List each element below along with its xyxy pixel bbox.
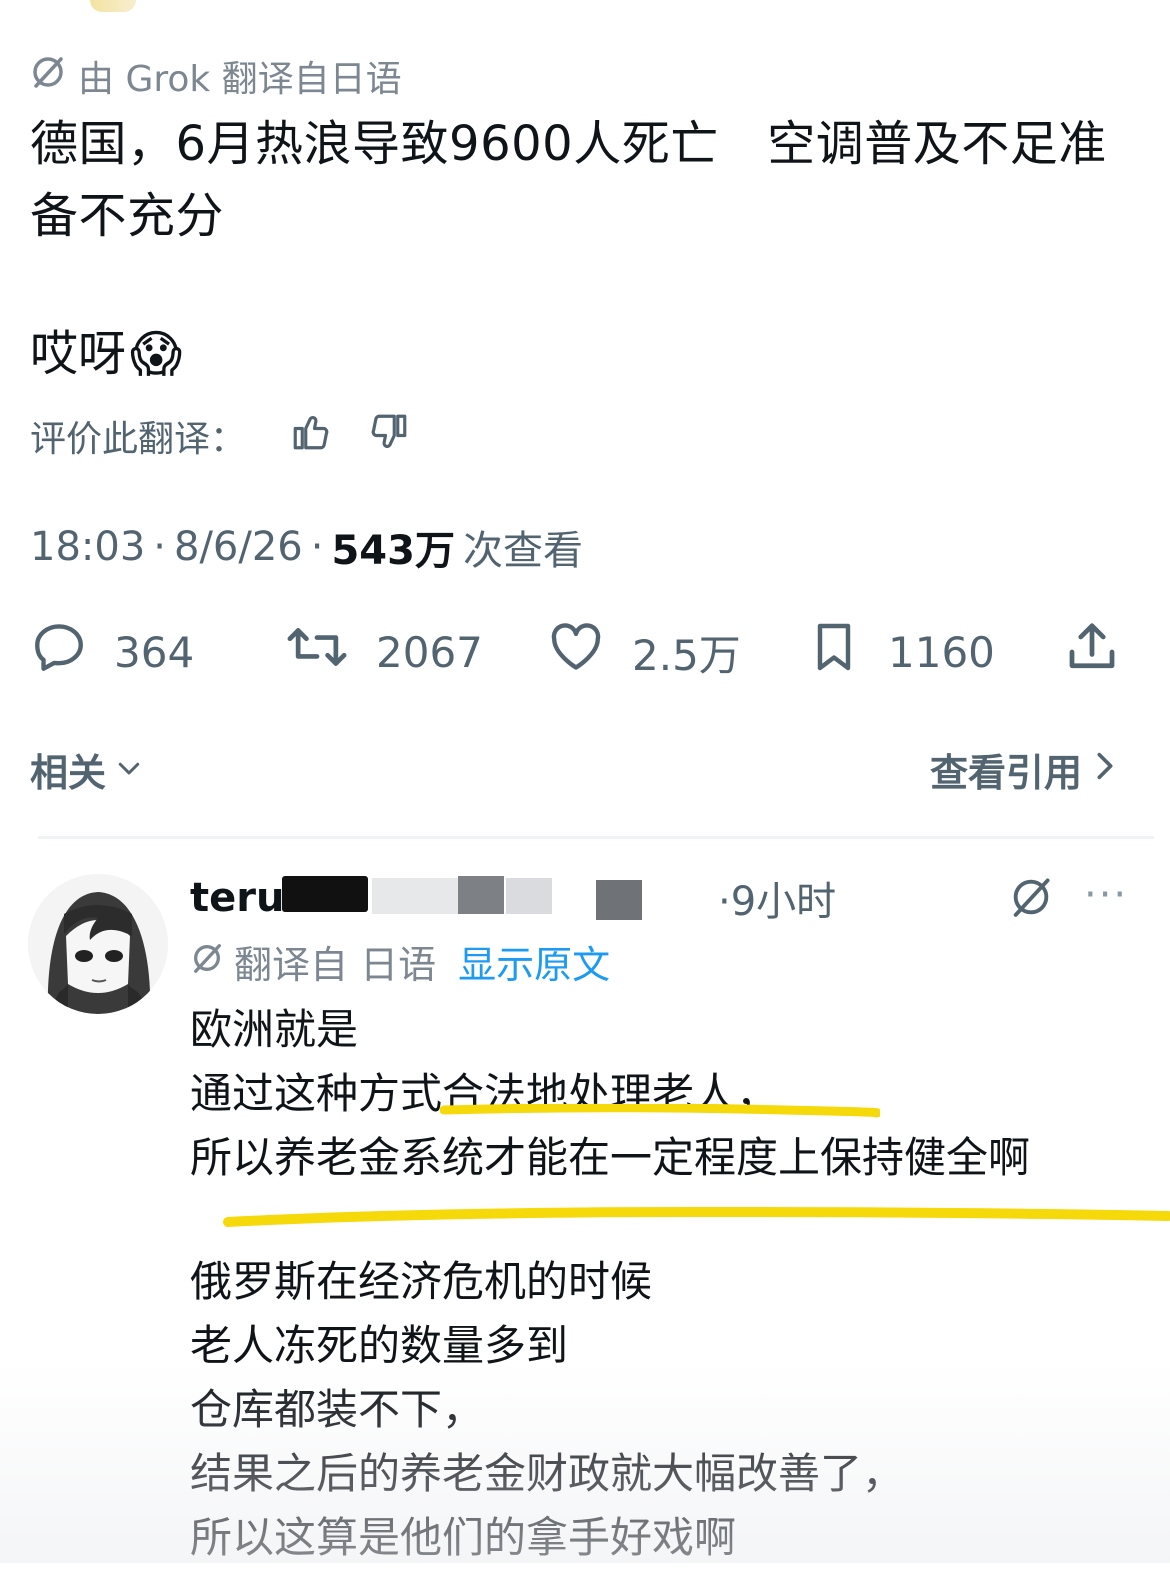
chevron-right-icon [1092,748,1118,792]
scream-emoji-icon: 😱 [130,325,183,383]
reply-line: 俄罗斯在经济危机的时候 [190,1257,653,1306]
thumbs-up-icon[interactable] [290,411,332,462]
reply-line: 所以养老金系统才能在一定程度上保持健全啊 [190,1133,1031,1182]
post-meta: 18:03 · 8/6/26 · 543万 次查看 [30,518,583,576]
reply-line: 仓库都装不下， [190,1385,485,1434]
reply-username: teru [190,875,285,921]
redaction-block [458,876,504,914]
reply-time: ·9小时 [718,879,837,925]
heart-icon [546,618,606,686]
view-quotes-link[interactable]: 查看引用 [930,742,1118,797]
previous-avatar-remnant [90,0,136,12]
grok-slash-icon [30,54,66,99]
avatar[interactable] [28,874,168,1014]
translation-note-text: 由 Grok 翻译自日语 [78,59,402,100]
reply-count: 364 [114,627,195,677]
highlight-underline [440,1104,880,1118]
post-time: 18:03 [30,524,146,570]
bookmark-icon [806,617,862,687]
redaction-block [596,880,642,920]
meta-separator: · [153,524,166,570]
related-label: 相关 [30,751,107,795]
meta-separator: · [310,524,324,570]
like-count: 2.5万 [632,630,741,680]
post-exclamation: 哎呀 😱 [30,322,182,386]
bookmark-button[interactable]: 1160 [806,612,995,692]
show-original-link[interactable]: 显示原文 [458,934,610,989]
action-bar: 364 2067 2.5万 1160 [30,612,1130,692]
bookmark-count: 1160 [888,627,995,677]
redaction-block [506,878,552,914]
reply-line: 老人冻死的数量多到 [190,1321,569,1370]
thumbs-down-icon[interactable] [368,411,410,462]
views-label: 次查看 [462,528,583,574]
related-dropdown[interactable]: 相关 [30,742,144,797]
reply-button[interactable]: 364 [30,612,194,692]
repost-icon [284,618,350,686]
reply-text: 欧洲就是 通过这种方式合法地处理老人， 所以养老金系统才能在一定程度上保持健全啊… [190,998,1030,1570]
reply-line: 欧洲就是 [190,1005,359,1054]
rate-translation: 评价此翻译： [30,410,410,462]
grok-slash-icon[interactable] [1008,874,1054,924]
section-divider [38,836,1154,839]
views-count: 543万 [331,528,455,574]
repost-button[interactable]: 2067 [284,612,483,692]
rate-label: 评价此翻译： [30,419,247,460]
reply-author[interactable]: teru [190,868,284,928]
reply-line: 所以这算是他们的拿手好戏啊 [190,1513,737,1562]
post-headline: 德国，6月热浪导致9600人死亡 空调普及不足准备不充分 [30,116,1107,244]
redaction-block [372,878,458,914]
repost-count: 2067 [376,627,483,677]
chevron-down-icon [114,748,144,792]
share-icon [1062,617,1122,687]
more-options-icon[interactable]: ··· [1084,872,1128,918]
redaction-block [282,876,368,912]
post-date: 8/6/26 [174,524,303,570]
translation-note: 由 Grok 翻译自日语 [30,50,402,102]
reply-icon [30,618,88,686]
highlight-underline [223,1206,1170,1227]
like-button[interactable]: 2.5万 [546,612,741,692]
reply-line: 结果之后的养老金财政就大幅改善了， [190,1449,905,1498]
exclamation-text: 哎呀 [30,326,127,382]
reply-translation-note: 翻译自 日语 显示原文 [190,934,610,989]
view-quotes-label: 查看引用 [929,751,1082,795]
grok-slash-icon [190,940,224,984]
share-button[interactable] [1062,612,1122,692]
translated-from-label: 翻译自 日语 [234,943,437,987]
